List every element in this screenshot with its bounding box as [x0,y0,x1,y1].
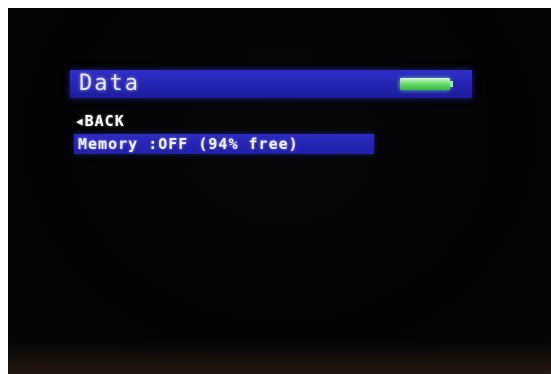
left-triangle-icon: ◀ [76,115,84,128]
title-bar: Data [70,70,472,98]
back-menu-item[interactable]: ◀BACK [76,112,125,131]
page-title: Data [79,71,140,96]
memory-label: Memory :OFF (94% free) [78,135,299,153]
back-label: BACK [84,112,125,130]
device-photo: Data ◀BACK Memory :OFF (94% free) [0,0,551,374]
battery-full-icon [400,78,453,90]
memory-menu-item[interactable]: Memory :OFF (94% free) [74,134,374,154]
screen-bezel: Data ◀BACK Memory :OFF (94% free) [8,8,551,374]
lcd-screen: Data ◀BACK Memory :OFF (94% free) [68,60,486,210]
battery-tip [450,81,453,87]
bottom-reflection [8,340,551,374]
